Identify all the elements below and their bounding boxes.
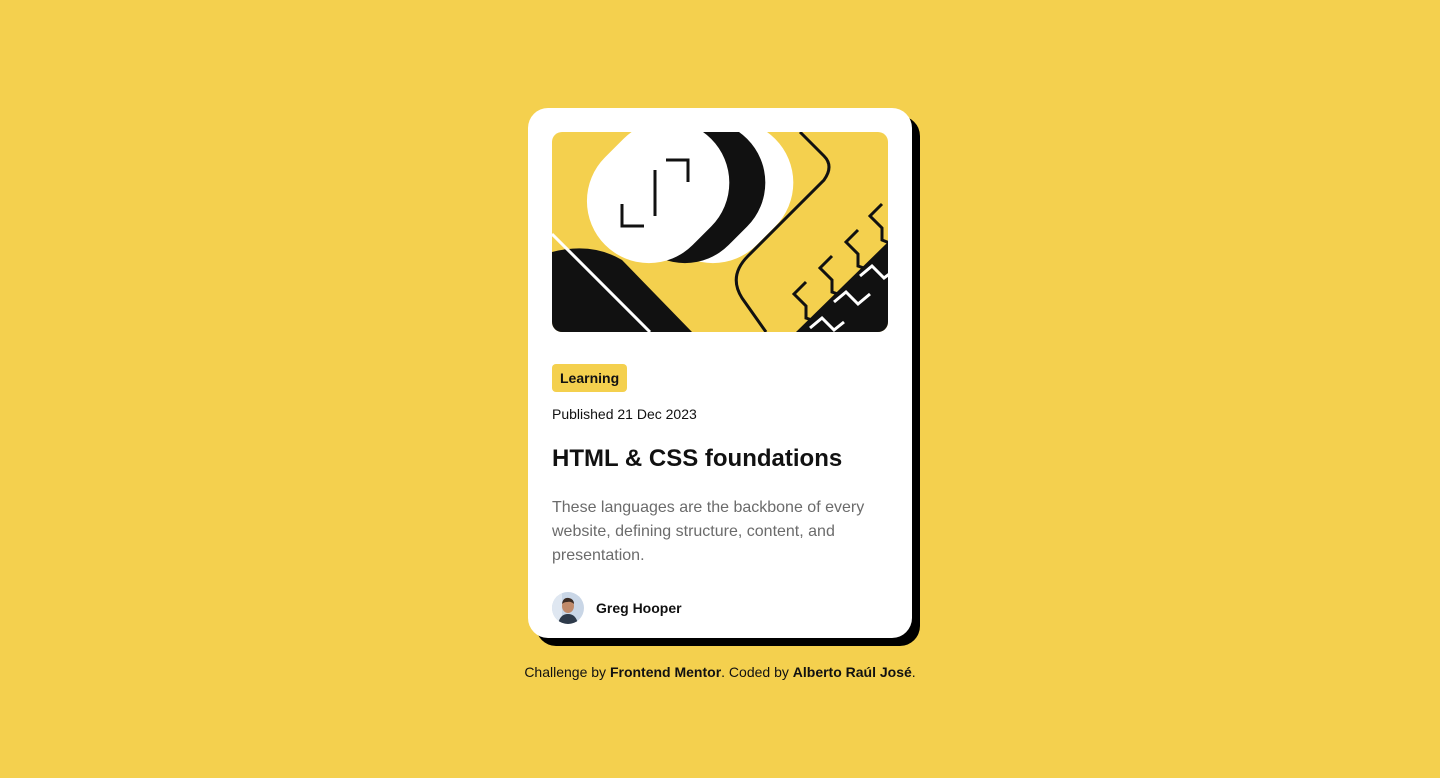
published-date: Published 21 Dec 2023 [552,406,697,422]
card-description: These languages are the backbone of ever… [552,499,865,564]
page: Learning Published 21 Dec 2023 HTML & CS… [0,0,1440,778]
attribution-middle: . Coded by [721,664,793,680]
author: Greg Hooper [552,592,888,624]
author-name: Greg Hooper [596,600,682,616]
avatar [552,592,584,624]
frontend-mentor-link[interactable]: Frontend Mentor [610,664,721,680]
attribution-suffix: . [911,664,916,680]
attribution-prefix: Challenge by [524,664,610,680]
attribution: Challenge by Frontend Mentor. Coded by A… [0,664,1440,680]
category-tag: Learning [552,364,628,392]
card-title[interactable]: HTML & CSS foundations [552,444,888,474]
coder-link[interactable]: Alberto Raúl José [793,664,912,680]
blog-preview-card: Learning Published 21 Dec 2023 HTML & CS… [528,108,912,638]
card-illustration [552,132,888,332]
